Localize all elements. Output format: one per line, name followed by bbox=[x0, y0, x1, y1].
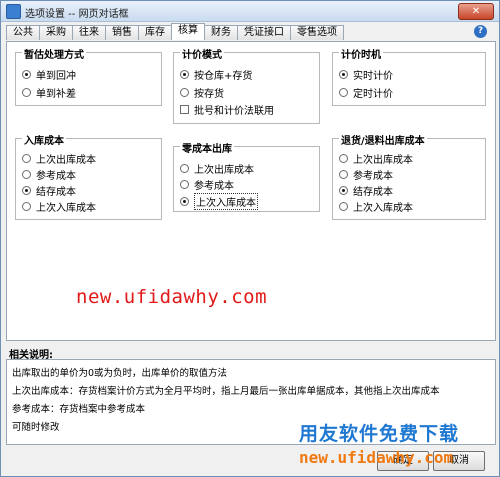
radio-button[interactable] bbox=[22, 186, 31, 195]
title-bar[interactable]: 选项设置 -- 网页对话框 ✕ bbox=[1, 1, 499, 22]
dialog-window: 选项设置 -- 网页对话框 ✕ 公共 采购 往来 销售 库存 核算 财务 凭证接… bbox=[0, 0, 500, 477]
tab-public[interactable]: 公共 bbox=[6, 25, 40, 40]
tab-account-transactions[interactable]: 往来 bbox=[72, 25, 106, 40]
tab-sales[interactable]: 销售 bbox=[105, 25, 139, 40]
group-title: 退货/退料出库成本 bbox=[339, 132, 427, 147]
radio-option[interactable]: 参考成本 bbox=[180, 177, 234, 192]
radio-button[interactable] bbox=[180, 88, 189, 97]
radio-button[interactable] bbox=[180, 180, 189, 189]
description-line: 可随时修改 bbox=[12, 422, 60, 433]
tab-strip: 公共 采购 往来 销售 库存 核算 财务 凭证接口 零售选项 bbox=[6, 23, 344, 41]
radio-option[interactable]: 上次入库成本 bbox=[22, 199, 96, 214]
tab-voucher-interface[interactable]: 凭证接口 bbox=[237, 25, 291, 40]
radio-option[interactable]: 上次入库成本 bbox=[339, 199, 413, 214]
option-label: 结存成本 bbox=[36, 187, 76, 198]
option-label: 按存货 bbox=[194, 89, 224, 100]
radio-button[interactable] bbox=[339, 186, 348, 195]
radio-option[interactable]: 参考成本 bbox=[339, 167, 393, 182]
option-label: 上次入库成本 bbox=[194, 193, 258, 210]
radio-option[interactable]: 参考成本 bbox=[22, 167, 76, 182]
group-title: 暂估处理方式 bbox=[22, 46, 86, 61]
checkbox[interactable] bbox=[180, 105, 189, 114]
description-line: 参考成本：存货档案中参考成本 bbox=[12, 404, 146, 415]
radio-option[interactable]: 按仓库+存货 bbox=[180, 67, 252, 82]
radio-option[interactable]: 结存成本 bbox=[22, 183, 76, 198]
group-title: 零成本出库 bbox=[180, 140, 234, 155]
radio-button[interactable] bbox=[180, 70, 189, 79]
radio-button[interactable] bbox=[339, 70, 348, 79]
option-label: 上次出库成本 bbox=[194, 165, 254, 176]
tab-accounting[interactable]: 核算 bbox=[171, 23, 205, 40]
option-label: 单到补差 bbox=[36, 89, 76, 100]
radio-button[interactable] bbox=[339, 202, 348, 211]
checkbox-label: 批号和计价法联用 bbox=[194, 106, 274, 117]
radio-option[interactable]: 上次入库成本 bbox=[180, 193, 258, 210]
radio-button[interactable] bbox=[180, 164, 189, 173]
option-label: 定时计价 bbox=[353, 89, 393, 100]
radio-option[interactable]: 上次出库成本 bbox=[22, 151, 96, 166]
group-estimate: 暂估处理方式 单到回冲 单到补差 bbox=[15, 46, 162, 106]
radio-option[interactable]: 结存成本 bbox=[339, 183, 393, 198]
brand-banner-title: 用友软件免费下载 bbox=[299, 423, 460, 445]
radio-button[interactable] bbox=[22, 170, 31, 179]
radio-option[interactable]: 上次出库成本 bbox=[339, 151, 413, 166]
option-label: 单到回冲 bbox=[36, 71, 76, 82]
radio-button[interactable] bbox=[22, 88, 31, 97]
option-label: 参考成本 bbox=[194, 181, 234, 192]
group-zero-cost: 零成本出库 上次出库成本 参考成本 上次入库成本 bbox=[173, 140, 320, 212]
checkbox-option[interactable]: 批号和计价法联用 bbox=[180, 102, 274, 117]
radio-button[interactable] bbox=[339, 88, 348, 97]
description-line: 上次出库成本：存货档案计价方式为全月平均时，指上月最后一张出库单据成本，其他指上… bbox=[12, 386, 440, 397]
option-label: 按仓库+存货 bbox=[194, 71, 253, 82]
radio-button[interactable] bbox=[22, 70, 31, 79]
radio-button[interactable] bbox=[22, 154, 31, 163]
radio-option[interactable]: 定时计价 bbox=[339, 85, 393, 100]
radio-option[interactable]: 上次出库成本 bbox=[180, 161, 254, 176]
radio-button[interactable] bbox=[22, 202, 31, 211]
option-label: 上次入库成本 bbox=[36, 203, 96, 214]
close-button[interactable]: ✕ bbox=[458, 3, 494, 20]
radio-button[interactable] bbox=[339, 170, 348, 179]
radio-option[interactable]: 实时计价 bbox=[339, 67, 393, 82]
group-title: 入库成本 bbox=[22, 132, 66, 147]
group-title: 计价模式 bbox=[180, 46, 224, 61]
radio-option[interactable]: 单到补差 bbox=[22, 85, 76, 100]
group-inbound-cost: 入库成本 上次出库成本 参考成本 结存成本 上次入库成本 bbox=[15, 132, 162, 220]
option-label: 实时计价 bbox=[353, 71, 393, 82]
help-icon[interactable]: ? bbox=[474, 25, 487, 38]
app-icon bbox=[6, 4, 21, 19]
group-return-cost: 退货/退料出库成本 上次出库成本 参考成本 结存成本 上次入库成本 bbox=[332, 132, 486, 220]
group-title: 计价时机 bbox=[339, 46, 383, 61]
watermark-text: new.ufidawhy.com bbox=[76, 286, 268, 308]
window-title: 选项设置 -- 网页对话框 bbox=[25, 9, 129, 20]
radio-option[interactable]: 按存货 bbox=[180, 85, 224, 100]
option-label: 上次出库成本 bbox=[36, 155, 96, 166]
tab-inventory[interactable]: 库存 bbox=[138, 25, 172, 40]
radio-option[interactable]: 单到回冲 bbox=[22, 67, 76, 82]
description-line: 出库取出的单价为0或为负时，出库单价的取值方法 bbox=[12, 368, 228, 379]
group-pricing-mode: 计价模式 按仓库+存货 按存货 批号和计价法联用 bbox=[173, 46, 320, 124]
option-label: 上次出库成本 bbox=[353, 155, 413, 166]
group-pricing-time: 计价时机 实时计价 定时计价 bbox=[332, 46, 486, 106]
option-label: 上次入库成本 bbox=[353, 203, 413, 214]
tab-purchase[interactable]: 采购 bbox=[39, 25, 73, 40]
option-label: 参考成本 bbox=[353, 171, 393, 182]
tab-finance[interactable]: 财务 bbox=[204, 25, 238, 40]
option-label: 参考成本 bbox=[36, 171, 76, 182]
radio-button[interactable] bbox=[339, 154, 348, 163]
brand-banner-url: new.ufidawhy.com bbox=[299, 448, 454, 467]
tab-retail-options[interactable]: 零售选项 bbox=[290, 25, 344, 40]
radio-button[interactable] bbox=[180, 197, 189, 206]
option-label: 结存成本 bbox=[353, 187, 393, 198]
